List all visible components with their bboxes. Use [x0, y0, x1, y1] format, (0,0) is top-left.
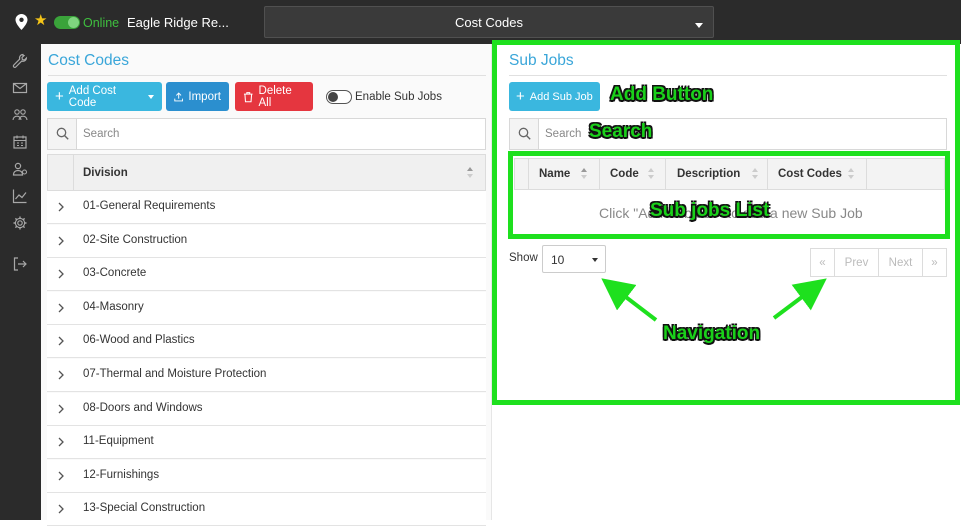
division-label: 12-Furnishings — [83, 468, 160, 481]
division-column-header[interactable]: Division — [83, 155, 128, 190]
division-row[interactable]: 11-Equipment — [47, 426, 486, 460]
division-row[interactable]: 12-Furnishings — [47, 459, 486, 493]
cost-codes-panel: Cost Codes + Add Cost Code Import Delete… — [41, 44, 491, 526]
upload-icon — [174, 91, 184, 101]
calendar-icon[interactable] — [12, 134, 30, 150]
search-callout: Search — [589, 121, 653, 142]
division-row[interactable]: 04-Masonry — [47, 291, 486, 325]
enable-sub-jobs-toggle[interactable] — [326, 90, 352, 104]
chevron-right-icon[interactable] — [55, 201, 67, 213]
search-icon — [48, 119, 77, 149]
left-sidebar — [0, 44, 41, 520]
chevron-right-icon[interactable] — [55, 335, 67, 347]
division-label: 03-Concrete — [83, 267, 147, 280]
location-pin-icon[interactable] — [15, 14, 28, 30]
trash-icon — [243, 91, 253, 102]
favorite-star-icon[interactable]: ★ — [34, 13, 47, 29]
division-label: 08-Doors and Windows — [83, 401, 203, 414]
division-label: 04-Masonry — [83, 300, 144, 313]
add-button-callout: Add Button — [610, 84, 714, 105]
title-divider — [48, 75, 486, 76]
sub-jobs-list-highlight-box — [508, 151, 950, 239]
division-label: 02-Site Construction — [83, 233, 188, 246]
chevron-down-icon — [148, 94, 154, 99]
page-selector-dropdown[interactable]: Cost Codes — [264, 6, 714, 38]
division-row[interactable]: 03-Concrete — [47, 258, 486, 292]
navigation-callout: Navigation — [663, 323, 761, 344]
online-toggle[interactable] — [54, 16, 80, 29]
plus-icon: + — [55, 87, 64, 105]
mail-icon[interactable] — [12, 80, 30, 96]
logout-icon[interactable] — [12, 256, 30, 272]
import-button[interactable]: Import — [166, 82, 229, 111]
wrench-icon[interactable] — [12, 53, 30, 69]
chevron-right-icon[interactable] — [55, 369, 67, 381]
division-row[interactable]: 08-Doors and Windows — [47, 392, 486, 426]
delete-all-button[interactable]: Delete All — [235, 82, 313, 111]
enable-sub-jobs-label: Enable Sub Jobs — [355, 91, 442, 103]
division-label: 01-General Requirements — [83, 200, 216, 212]
people-icon[interactable] — [12, 107, 30, 123]
division-row[interactable]: 01-General Requirements — [47, 191, 486, 224]
job-name[interactable]: Eagle Ridge Re... — [127, 15, 229, 30]
chevron-right-icon[interactable] — [55, 503, 67, 515]
division-table-header: Division — [47, 154, 486, 191]
division-label: 11-Equipment — [83, 435, 154, 448]
chevron-right-icon[interactable] — [55, 235, 67, 247]
import-label: Import — [188, 90, 221, 103]
division-label: 06-Wood and Plastics — [83, 334, 195, 347]
top-bar: ★ Online Eagle Ridge Re... Cost Codes — [0, 0, 961, 44]
gear-icon[interactable] — [12, 215, 30, 231]
chevron-right-icon[interactable] — [55, 470, 67, 482]
division-row[interactable]: 13-Special Construction — [47, 493, 486, 526]
cost-codes-search[interactable]: Search — [47, 118, 486, 150]
cost-codes-title: Cost Codes — [48, 52, 129, 69]
division-label: 13-Special Construction — [83, 502, 206, 515]
chevron-right-icon[interactable] — [55, 403, 67, 415]
chevron-down-icon — [695, 23, 703, 28]
chevron-right-icon[interactable] — [55, 268, 67, 280]
sub-jobs-list-callout: Sub jobs List — [650, 200, 770, 221]
page-title: Cost Codes — [455, 15, 523, 30]
chart-icon[interactable] — [12, 188, 30, 204]
division-row[interactable]: 07-Thermal and Moisture Protection — [47, 359, 486, 392]
division-row[interactable]: 02-Site Construction — [47, 224, 486, 258]
division-row[interactable]: 06-Wood and Plastics — [47, 325, 486, 359]
chevron-right-icon[interactable] — [55, 302, 67, 314]
add-cost-code-label: Add Cost Code — [68, 84, 117, 109]
online-status-label: Online — [83, 16, 120, 30]
contacts-icon[interactable] — [12, 161, 30, 177]
add-cost-code-button[interactable]: + Add Cost Code — [47, 82, 162, 111]
sort-icon[interactable] — [467, 167, 474, 178]
search-input[interactable]: Search — [83, 128, 119, 140]
division-label: 07-Thermal and Moisture Protection — [83, 368, 267, 380]
chevron-right-icon[interactable] — [55, 436, 67, 448]
delete-all-label: Delete All — [258, 84, 292, 109]
